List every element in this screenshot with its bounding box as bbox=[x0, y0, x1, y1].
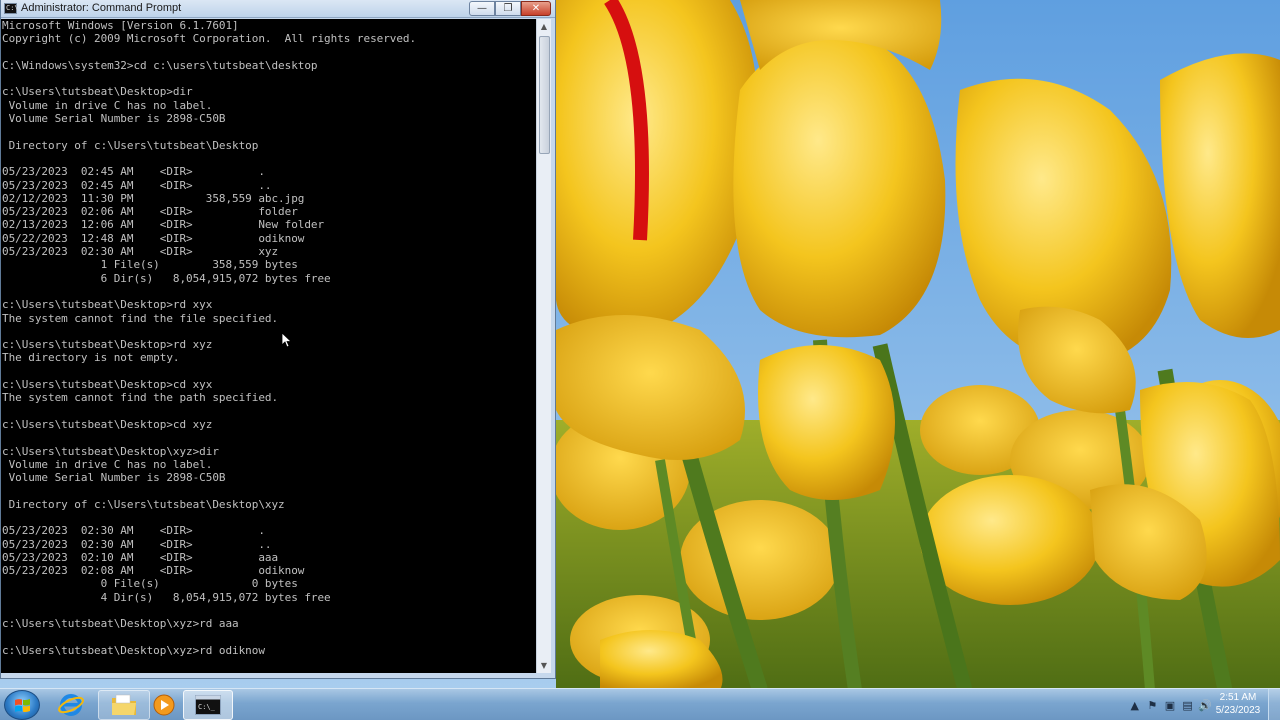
taskbar-command-prompt[interactable]: C:\_ bbox=[183, 690, 233, 720]
console-line: Volume in drive C has no label. bbox=[2, 457, 213, 471]
console-line: Volume Serial Number is 2898-C50B bbox=[2, 112, 226, 126]
console-line: Volume in drive C has no label. bbox=[2, 98, 213, 112]
console-line: The system cannot find the file specifie… bbox=[2, 311, 279, 325]
mouse-cursor-icon bbox=[282, 333, 292, 347]
console-line: 05/22/2023 12:48 AM <DIR> odiknow bbox=[2, 231, 305, 245]
console-line: 05/23/2023 02:30 AM <DIR> .. bbox=[2, 537, 272, 551]
cmd-icon: C:\ bbox=[4, 3, 19, 14]
close-button[interactable]: ✕ bbox=[521, 1, 551, 16]
console-line: c:\Users\tutsbeat\Desktop\xyz>dir bbox=[2, 444, 219, 458]
console-line: 05/23/2023 02:08 AM <DIR> odiknow bbox=[2, 564, 305, 578]
minimize-button[interactable]: — bbox=[469, 1, 495, 16]
console-line: 05/23/2023 02:30 AM <DIR> xyz bbox=[2, 245, 279, 259]
taskbar: C:\_ ▲ ⚑ ▣ ▤ 🔊 2:51 AM 5/23/2023 bbox=[0, 688, 1280, 720]
console-line: Copyright (c) 2009 Microsoft Corporation… bbox=[2, 32, 417, 46]
taskbar-clock[interactable]: 2:51 AM 5/23/2023 bbox=[1212, 691, 1264, 717]
console-line: 05/23/2023 02:45 AM <DIR> . bbox=[2, 165, 265, 179]
console-line: c:\Users\tutsbeat\Desktop>rd xyz bbox=[2, 338, 213, 352]
action-center-icon[interactable]: ▲ bbox=[1128, 698, 1142, 712]
console-line: c:\Users\tutsbeat\Desktop>dir bbox=[2, 85, 193, 99]
console-line: Directory of c:\Users\tutsbeat\Desktop\x… bbox=[2, 497, 285, 511]
windows-logo-icon bbox=[15, 699, 30, 712]
console-line: 05/23/2023 02:10 AM <DIR> aaa bbox=[2, 550, 279, 564]
console-line: c:\Users\tutsbeat\Desktop>cd xyx bbox=[2, 378, 213, 392]
clock-time: 2:51 AM bbox=[1219, 692, 1257, 703]
console-line: 02/12/2023 11:30 PM 358,559 abc.jpg bbox=[2, 191, 305, 205]
command-prompt-window[interactable]: C:\ Administrator: Command Prompt — ❐ ✕ … bbox=[0, 0, 556, 679]
console-line: 6 Dir(s) 8,054,915,072 bytes free bbox=[2, 271, 331, 285]
show-desktop-button[interactable] bbox=[1268, 689, 1280, 720]
vertical-scrollbar[interactable]: ▲ ▼ bbox=[536, 19, 551, 673]
console-line: 02/13/2023 12:06 AM <DIR> New folder bbox=[2, 218, 325, 232]
clock-date: 5/23/2023 bbox=[1215, 705, 1261, 716]
start-button[interactable] bbox=[4, 690, 40, 720]
maximize-button[interactable]: ❐ bbox=[495, 1, 521, 16]
media-player-icon bbox=[153, 694, 175, 716]
console-line: c:\Users\tutsbeat\Desktop\xyz>rd odiknow bbox=[2, 643, 265, 657]
console-line: The directory is not empty. bbox=[2, 351, 180, 365]
console-line: Volume Serial Number is 2898-C50B bbox=[2, 471, 226, 485]
device-icon[interactable]: ▤ bbox=[1181, 698, 1195, 712]
console-line: 4 Dir(s) 8,054,915,072 bytes free bbox=[2, 590, 331, 604]
console-line: 0 File(s) 0 bytes bbox=[2, 577, 298, 591]
console-text: Microsoft Windows [Version 6.1.7601] Copy… bbox=[2, 19, 536, 657]
console-line: 1 File(s) 358,559 bytes bbox=[2, 258, 298, 272]
console-line: Directory of c:\Users\tutsbeat\Desktop bbox=[2, 138, 259, 152]
window-titlebar[interactable]: C:\ Administrator: Command Prompt — ❐ ✕ bbox=[1, 0, 555, 18]
window-title: Administrator: Command Prompt bbox=[21, 2, 182, 14]
console-line: C:\Windows\system32>cd c:\users\tutsbeat… bbox=[2, 58, 318, 72]
system-tray: ▲ ⚑ ▣ ▤ 🔊 bbox=[1128, 696, 1212, 714]
volume-icon[interactable]: 🔊 bbox=[1198, 698, 1212, 712]
console-line: Microsoft Windows [Version 6.1.7601] bbox=[2, 19, 239, 32]
console-line: c:\Users\tutsbeat\Desktop>cd xyz bbox=[2, 417, 213, 431]
scroll-thumb[interactable] bbox=[539, 36, 550, 154]
folder-icon bbox=[112, 694, 136, 715]
taskbar-internet-explorer[interactable] bbox=[45, 690, 97, 720]
console-line: c:\Users\tutsbeat\Desktop\xyz>rd aaa bbox=[2, 617, 239, 631]
console-output[interactable]: Microsoft Windows [Version 6.1.7601] Copy… bbox=[1, 19, 536, 673]
network-icon[interactable]: ⚑ bbox=[1146, 698, 1160, 712]
console-line: 05/23/2023 02:06 AM <DIR> folder bbox=[2, 205, 298, 219]
cmd-icon-label: C:\_ bbox=[198, 703, 216, 711]
cmd-icon: C:\_ bbox=[195, 695, 221, 715]
scroll-up-arrow-icon[interactable]: ▲ bbox=[537, 19, 551, 34]
scroll-down-arrow-icon[interactable]: ▼ bbox=[537, 658, 551, 673]
console-line: The system cannot find the path specifie… bbox=[2, 391, 279, 405]
power-icon[interactable]: ▣ bbox=[1163, 698, 1177, 712]
console-line: 05/23/2023 02:45 AM <DIR> .. bbox=[2, 178, 272, 192]
console-line: 05/23/2023 02:30 AM <DIR> . bbox=[2, 524, 265, 538]
console-line: c:\Users\tutsbeat\Desktop>rd xyx bbox=[2, 298, 213, 312]
internet-explorer-icon bbox=[58, 694, 84, 716]
